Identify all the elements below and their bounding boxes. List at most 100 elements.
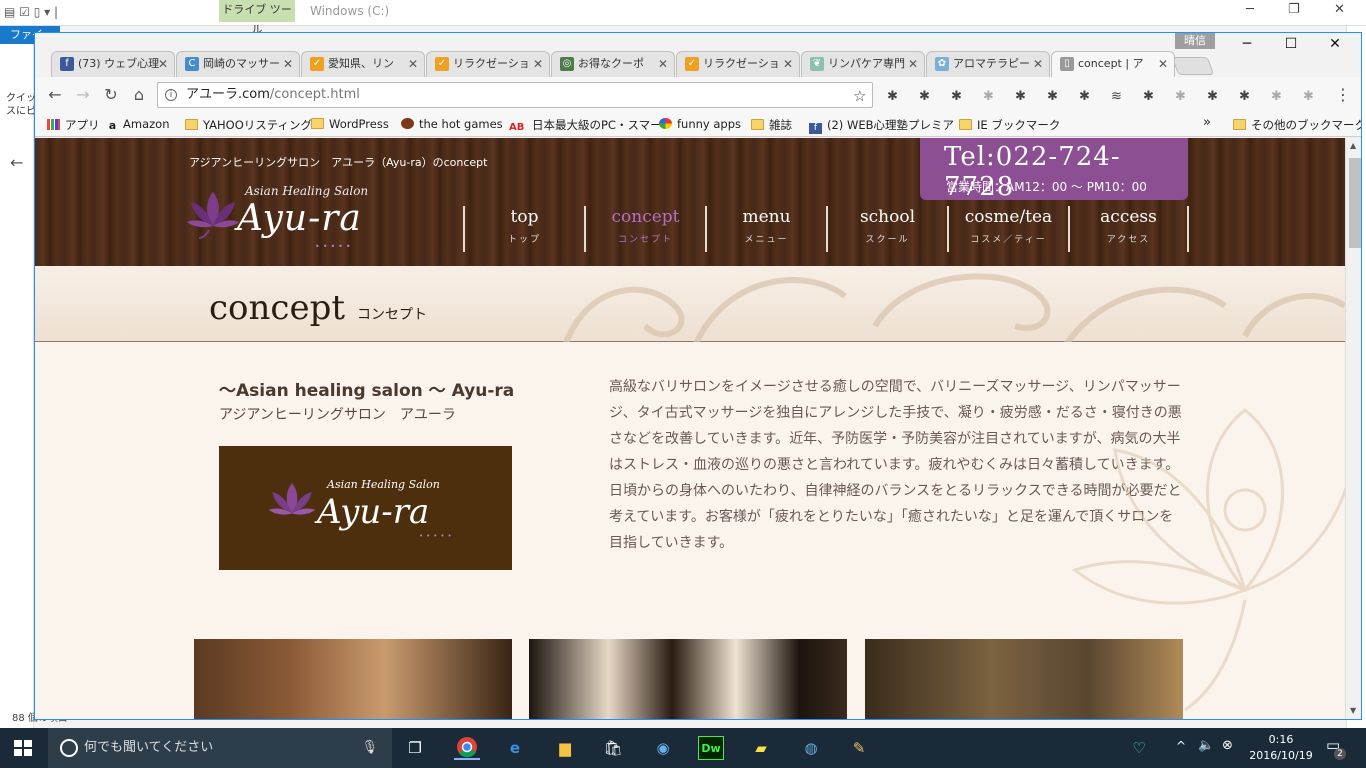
forward-icon[interactable]: → bbox=[71, 85, 95, 104]
tab-6[interactable]: ❦ リンパケア専門 ✕ bbox=[801, 51, 925, 77]
extension-icon[interactable]: ✱ bbox=[1207, 89, 1218, 104]
bookmark-ab[interactable]: AB 日本最大級のPC・スマー bbox=[509, 117, 662, 133]
extension-icon[interactable]: ✱ bbox=[1175, 89, 1186, 104]
extension-icon[interactable]: ✱ bbox=[1015, 89, 1026, 104]
dreamweaver-icon[interactable]: Dw bbox=[698, 736, 724, 760]
maximize-icon[interactable]: ☐ bbox=[1269, 33, 1313, 55]
info-icon[interactable]: i bbox=[165, 89, 177, 101]
taskbar-clock[interactable]: 0:16 2016/10/19 bbox=[1246, 732, 1316, 764]
bookmark-apps[interactable]: アプリ bbox=[47, 117, 100, 133]
tab-3[interactable]: ✓ リラクゼーショ ✕ bbox=[426, 51, 550, 77]
scroll-up-icon[interactable]: ▲ bbox=[1350, 141, 1356, 150]
bookmark-star-icon[interactable]: ☆ bbox=[853, 87, 866, 105]
layers-icon[interactable]: ≋ bbox=[1111, 89, 1122, 104]
site-logo[interactable]: Asian Healing Salon Ayu-ra ••••• bbox=[185, 184, 405, 251]
tab-7[interactable]: ✿ アロマテラピー ✕ bbox=[926, 51, 1050, 77]
bookmark-ie[interactable]: IE ブックマーク bbox=[959, 117, 1060, 133]
tab-0[interactable]: f (73) ウェブ心理 ✕ bbox=[51, 51, 175, 77]
nav-access[interactable]: access アクセス bbox=[1068, 206, 1189, 252]
bookmark-other[interactable]: その他のブックマーク bbox=[1233, 117, 1361, 133]
extension-icon[interactable]: ✱ bbox=[919, 89, 930, 104]
tab-4[interactable]: ◎ お得なクーポ ✕ bbox=[551, 51, 675, 77]
back-icon[interactable]: ← bbox=[43, 85, 67, 104]
minimize-icon[interactable]: ─ bbox=[1225, 33, 1269, 55]
network-icon[interactable]: ⊗ bbox=[1222, 738, 1233, 753]
explorer-quick-icons[interactable]: ▤ ☑ ▯ ▾ | bbox=[4, 5, 58, 19]
chrome-taskbar-icon[interactable] bbox=[454, 736, 480, 760]
tab-close-icon[interactable]: ✕ bbox=[658, 52, 668, 76]
address-bar[interactable]: i アユーラ.com/concept.html bbox=[157, 82, 873, 108]
tab-close-icon[interactable]: ✕ bbox=[908, 52, 918, 76]
nav-concept[interactable]: concept コンセプト bbox=[584, 206, 705, 252]
edge-icon[interactable]: e bbox=[502, 736, 528, 760]
extension-icon[interactable]: ✱ bbox=[951, 89, 962, 104]
volume-icon[interactable]: 🔈 bbox=[1198, 738, 1214, 753]
file-explorer-icon[interactable]: ▆ bbox=[552, 736, 578, 760]
tab-close-icon[interactable]: ✕ bbox=[408, 52, 418, 76]
bookmark-overflow-icon[interactable]: » bbox=[1203, 115, 1211, 130]
nav-cosme-tea[interactable]: cosme/tea コスメ／ティー bbox=[947, 206, 1068, 252]
tab-close-icon[interactable]: ✕ bbox=[783, 52, 793, 76]
extension-icon[interactable]: ✱ bbox=[983, 89, 994, 104]
bookmark-amazon[interactable]: a Amazon bbox=[107, 117, 170, 132]
tab-close-icon[interactable]: ✕ bbox=[158, 52, 168, 76]
scrollbar-thumb[interactable] bbox=[1349, 158, 1361, 248]
reload-icon[interactable]: ↻ bbox=[99, 85, 123, 104]
extension-icon[interactable]: ✱ bbox=[1271, 89, 1282, 104]
cortana-search-box[interactable]: 何でも聞いてください 🎙 bbox=[48, 728, 392, 768]
monitor-icon[interactable]: ♡ bbox=[1126, 736, 1152, 760]
bookmark-hot-games[interactable]: the hot games bbox=[401, 117, 503, 131]
bookmark-label: the hot games bbox=[419, 117, 503, 131]
microphone-icon[interactable]: 🎙 bbox=[361, 728, 378, 768]
tab-1[interactable]: C 岡崎のマッサー ✕ bbox=[176, 51, 300, 77]
sticky-notes-icon[interactable]: ▰ bbox=[748, 736, 774, 760]
tab-2[interactable]: ✓ 愛知県、リン ✕ bbox=[301, 51, 425, 77]
drive-tools-tab[interactable]: ドライブ ツール bbox=[219, 0, 295, 36]
scroll-down-icon[interactable]: ▼ bbox=[1350, 706, 1356, 715]
app-icon[interactable]: ◍ bbox=[798, 736, 824, 760]
extension-icon[interactable]: ✱ bbox=[1239, 89, 1250, 104]
explorer-nav-pane bbox=[0, 44, 34, 728]
tab-close-icon[interactable]: ✕ bbox=[283, 52, 293, 76]
page-scrollbar[interactable]: ▲ ▼ bbox=[1345, 138, 1361, 719]
tab-8[interactable]: ▯ concept | ア ✕ bbox=[1051, 51, 1175, 77]
logo-script: Asian Healing Salon bbox=[245, 184, 369, 198]
app-icon[interactable]: ◉ bbox=[650, 736, 676, 760]
tab-close-icon[interactable]: ✕ bbox=[1033, 52, 1043, 76]
extension-icon[interactable]: ✱ bbox=[887, 89, 898, 104]
tab-close-icon[interactable]: ✕ bbox=[533, 52, 543, 76]
bookmark-web-shinri[interactable]: f (2) WEB心理塾プレミア bbox=[809, 117, 954, 134]
task-view-icon[interactable]: ❐ bbox=[402, 736, 428, 760]
tray-chevron-icon[interactable]: ^ bbox=[1176, 739, 1186, 753]
new-tab-button[interactable] bbox=[1171, 57, 1215, 75]
bookmark-magazine[interactable]: 雑誌 bbox=[751, 117, 792, 133]
tab-5[interactable]: ✓ リラクゼーショ ✕ bbox=[676, 51, 800, 77]
back-arrow-icon[interactable]: ← bbox=[10, 153, 23, 172]
bookmark-funny-apps[interactable]: funny apps bbox=[659, 117, 741, 131]
nav-label: menu bbox=[742, 207, 791, 227]
minimize-icon[interactable]: ─ bbox=[1246, 2, 1254, 17]
app-icon[interactable]: ✎ bbox=[846, 736, 872, 760]
quick-access-label[interactable]: クイッ スにピ bbox=[6, 92, 36, 118]
nav-menu[interactable]: menu メニュー bbox=[705, 206, 826, 252]
chrome-menu-icon[interactable]: ⋮ bbox=[1335, 85, 1351, 104]
close-icon[interactable]: ✕ bbox=[1334, 2, 1345, 17]
close-icon[interactable]: ✕ bbox=[1313, 33, 1357, 55]
store-icon[interactable]: 🛍 bbox=[600, 736, 626, 760]
nav-school[interactable]: school スクール bbox=[826, 206, 947, 252]
extension-icon[interactable]: ✱ bbox=[1079, 89, 1090, 104]
bookmark-wordpress[interactable]: WordPress bbox=[311, 117, 389, 131]
extension-icon[interactable]: ✱ bbox=[1143, 89, 1154, 104]
extension-icon[interactable]: ✱ bbox=[1303, 89, 1314, 104]
lotus-icon bbox=[268, 483, 316, 515]
extension-icon[interactable]: ✱ bbox=[1047, 89, 1058, 104]
bookmark-yahoo[interactable]: YAHOOリスティング bbox=[185, 117, 312, 133]
google-icon bbox=[659, 118, 672, 129]
home-icon[interactable]: ⌂ bbox=[127, 85, 151, 104]
restore-icon[interactable]: ❐ bbox=[1288, 2, 1300, 17]
windows-start-icon[interactable] bbox=[14, 740, 32, 756]
tab-close-icon[interactable]: ✕ bbox=[1158, 52, 1168, 76]
amazon-icon: a bbox=[108, 119, 117, 132]
profile-badge[interactable]: 晴信 bbox=[1175, 33, 1215, 49]
nav-top[interactable]: top トップ bbox=[463, 206, 584, 252]
